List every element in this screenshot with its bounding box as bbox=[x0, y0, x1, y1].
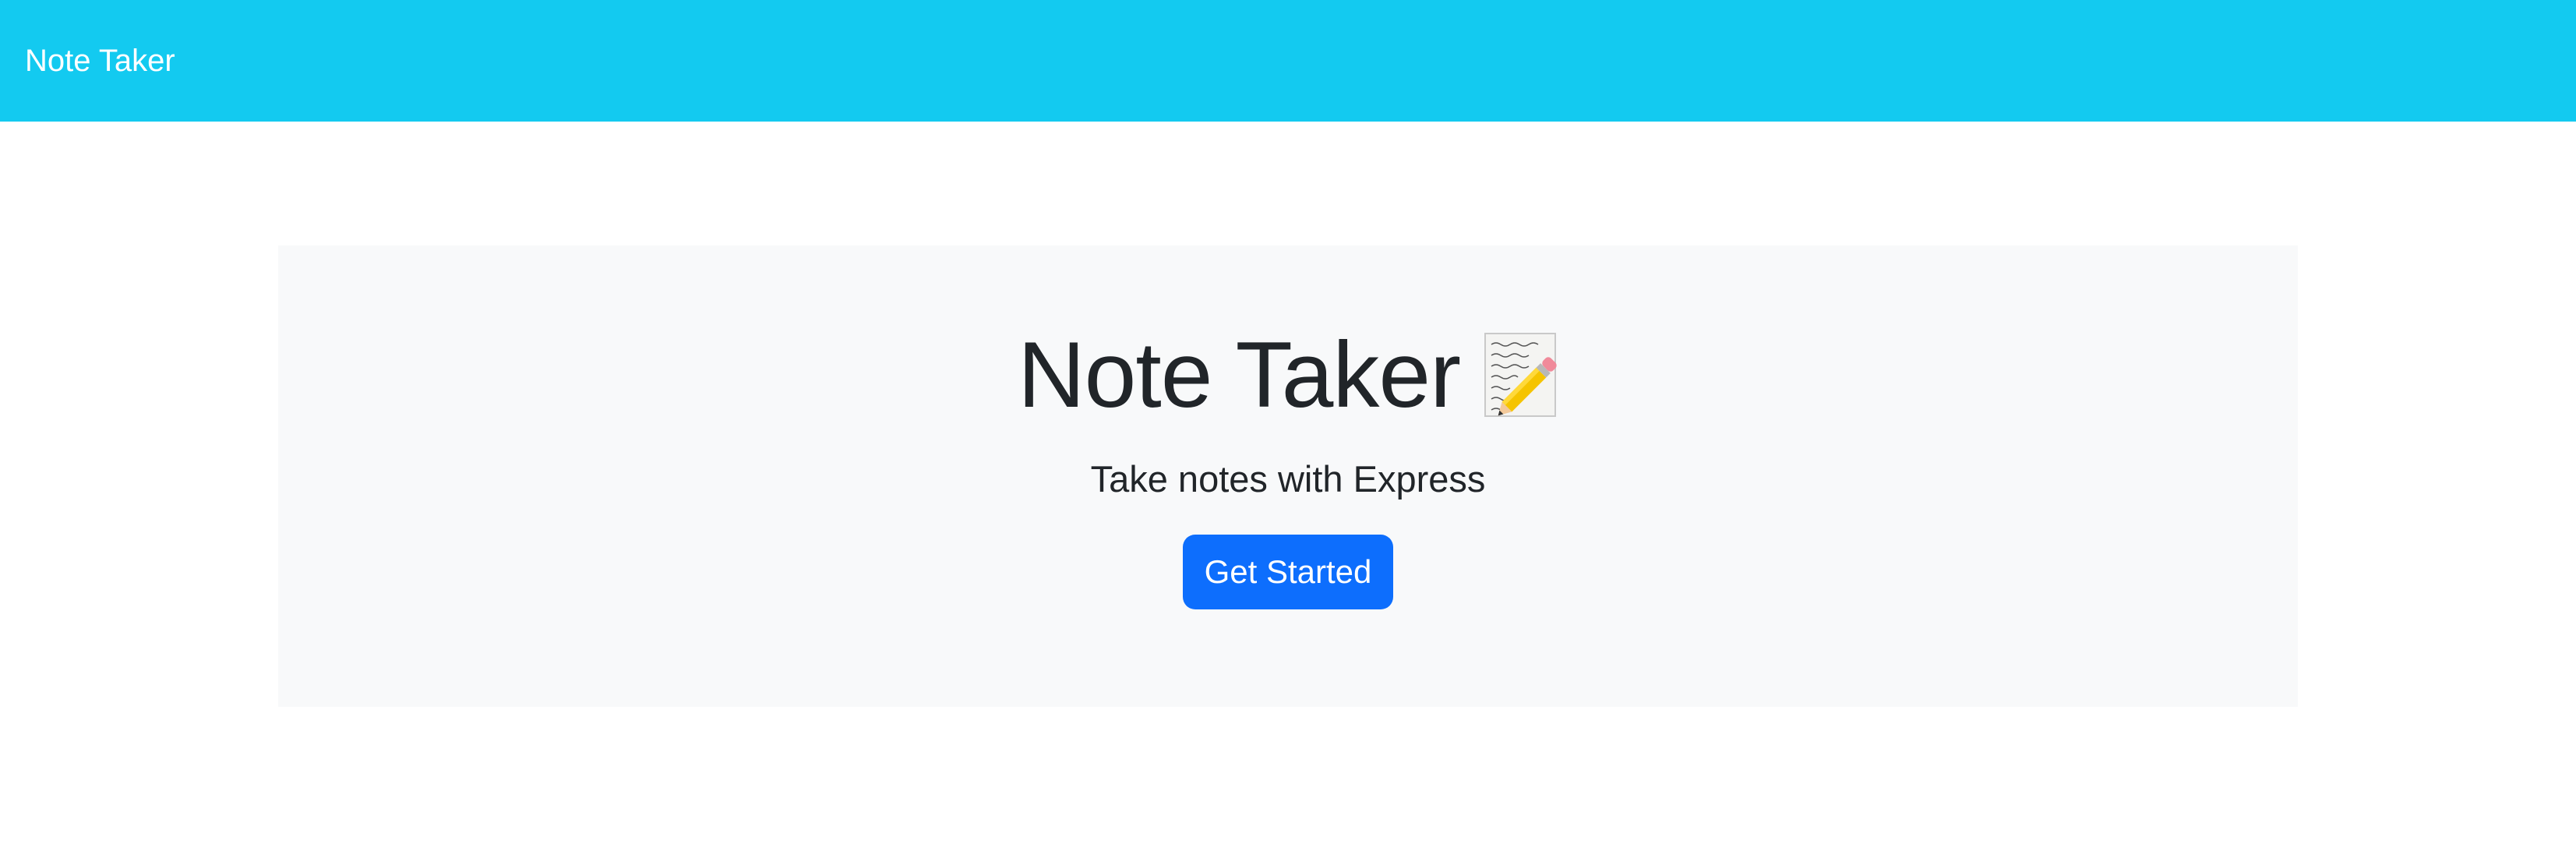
hero-subtitle: Take notes with Express bbox=[1090, 458, 1486, 500]
navbar-brand-link[interactable]: Note Taker bbox=[25, 45, 175, 76]
navbar: Note Taker bbox=[0, 0, 2576, 122]
memo-icon bbox=[1484, 332, 1558, 418]
hero-title: Note Taker bbox=[1017, 323, 1461, 427]
get-started-button[interactable]: Get Started bbox=[1183, 535, 1393, 609]
hero-panel: Note Taker Take notes with Express Get S… bbox=[278, 245, 2298, 707]
hero-title-row: Note Taker bbox=[1018, 328, 1558, 422]
